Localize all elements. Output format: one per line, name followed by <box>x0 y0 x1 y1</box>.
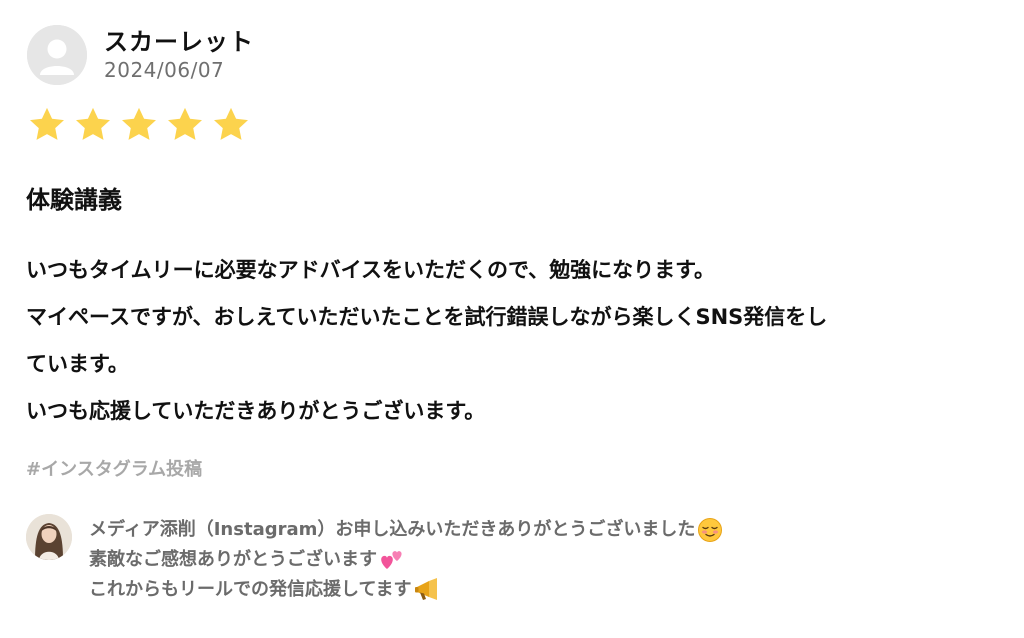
hashtag-link[interactable]: #インスタグラム投稿 <box>26 455 202 481</box>
default-user-icon <box>27 25 87 85</box>
reviewer-name: スカーレット <box>104 28 254 56</box>
review-body: いつもタイムリーに必要なアドバイスをいただくので、勉強になります。 マイペースで… <box>26 247 1001 435</box>
review-body-line: マイペースですが、おしえていただいたことを試行錯誤しながら楽しくSNS発信をし <box>26 305 828 329</box>
reply-text: これからもリールでの発信応援してます <box>89 579 412 600</box>
reviewer-avatar <box>27 25 87 85</box>
review-body-line: ています。 <box>26 352 129 376</box>
relieved-smile-icon <box>698 518 723 542</box>
reply-line: 素敵なご感想ありがとうございます <box>89 545 723 575</box>
owner-avatar <box>26 514 72 560</box>
reply-text: 素敵なご感想ありがとうございます <box>89 549 377 570</box>
owner-photo-icon <box>26 514 72 560</box>
review-date: 2024/06/07 <box>104 58 225 82</box>
review-body-line: いつも応援していただきありがとうございます。 <box>26 399 486 423</box>
star-icon <box>30 107 64 140</box>
star-icon <box>76 107 110 140</box>
two-hearts-icon <box>381 551 402 569</box>
owner-reply: メディア添削（Instagram）お申し込みいただきありがとうございました 素敵… <box>89 515 723 605</box>
star-rating <box>26 104 252 146</box>
reply-text: メディア添削（Instagram）お申し込みいただきありがとうございました <box>89 519 696 540</box>
reply-line: これからもリールでの発信応援してます <box>89 575 723 605</box>
star-icon <box>122 107 156 140</box>
star-icon <box>214 107 248 140</box>
reply-line: メディア添削（Instagram）お申し込みいただきありがとうございました <box>89 515 723 545</box>
star-icon <box>168 107 202 140</box>
megaphone-icon <box>414 578 437 600</box>
review-body-line: いつもタイムリーに必要なアドバイスをいただくので、勉強になります。 <box>26 258 716 282</box>
review-title: 体験講義 <box>26 186 122 214</box>
